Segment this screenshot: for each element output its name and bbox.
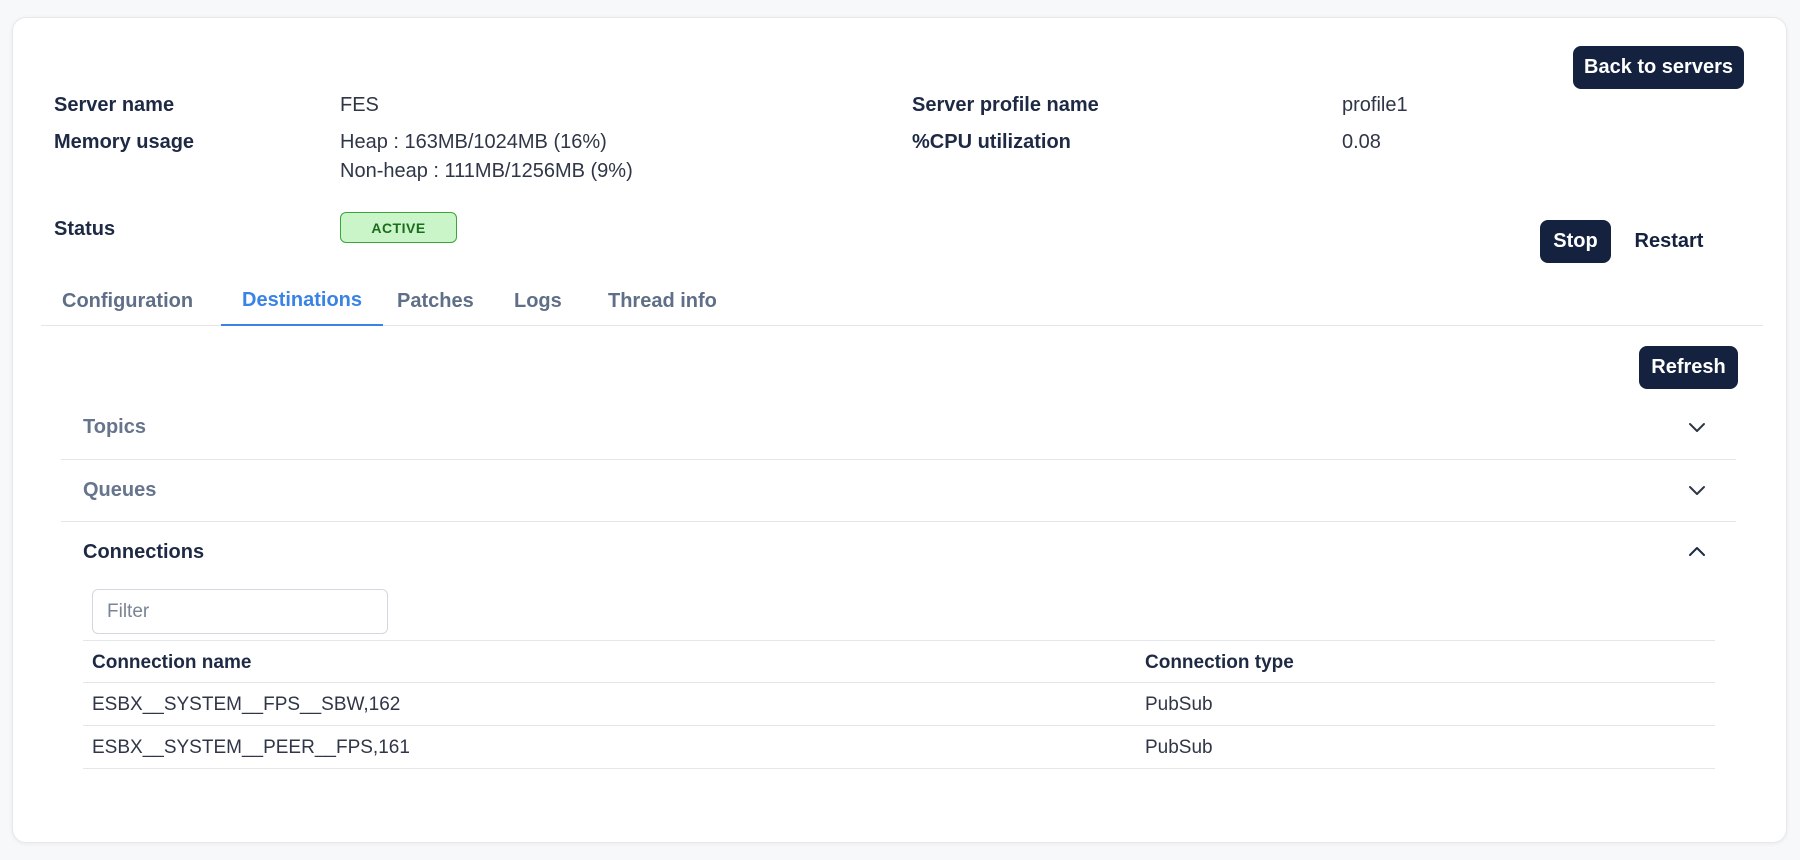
status-badge: ACTIVE bbox=[340, 212, 457, 243]
memory-usage-label: Memory usage bbox=[54, 131, 195, 153]
tab-destinations[interactable]: Destinations bbox=[221, 276, 384, 326]
tab-patches[interactable]: Patches bbox=[376, 276, 495, 326]
server-name-label: Server name bbox=[54, 94, 175, 116]
connection-type-cell: PubSub bbox=[1145, 693, 1213, 715]
column-header-connection-type[interactable]: Connection type bbox=[1145, 641, 1294, 684]
chevron-up-icon bbox=[1689, 547, 1705, 556]
connection-type-cell: PubSub bbox=[1145, 736, 1213, 758]
tab-logs[interactable]: Logs bbox=[493, 276, 583, 326]
accordion-connections-label: Connections bbox=[83, 540, 205, 563]
server-name-value: FES bbox=[340, 94, 379, 116]
accordion-topics[interactable]: Topics bbox=[61, 396, 1736, 458]
server-profile-label: Server profile name bbox=[912, 94, 1099, 116]
tab-configuration[interactable]: Configuration bbox=[41, 276, 214, 326]
filter-input[interactable] bbox=[92, 589, 388, 634]
tab-bar: Configuration Destinations Patches Logs … bbox=[41, 276, 1763, 326]
connections-table: Connection name Connection type ESBX__SY… bbox=[83, 640, 1715, 769]
cpu-utilization-value: 0.08 bbox=[1342, 131, 1381, 153]
column-header-connection-name[interactable]: Connection name bbox=[92, 641, 251, 684]
stop-button[interactable]: Stop bbox=[1540, 220, 1611, 263]
table-header-row: Connection name Connection type bbox=[83, 640, 1715, 683]
server-profile-value: profile1 bbox=[1342, 94, 1408, 116]
cpu-utilization-label: %CPU utilization bbox=[912, 131, 1071, 153]
chevron-down-icon bbox=[1689, 486, 1705, 495]
back-to-servers-button[interactable]: Back to servers bbox=[1573, 46, 1744, 89]
status-label: Status bbox=[54, 218, 116, 240]
accordion-topics-label: Topics bbox=[83, 415, 146, 438]
refresh-button[interactable]: Refresh bbox=[1639, 346, 1738, 389]
connection-name-cell: ESBX__SYSTEM__FPS__SBW,162 bbox=[92, 693, 401, 715]
memory-nonheap-value: Non-heap : 111MB/1256MB (9%) bbox=[340, 160, 633, 182]
accordion-connections[interactable]: Connections bbox=[61, 521, 1736, 583]
tab-thread-info[interactable]: Thread info bbox=[587, 276, 738, 326]
table-row[interactable]: ESBX__SYSTEM__FPS__SBW,162 PubSub bbox=[83, 683, 1715, 726]
accordion-queues[interactable]: Queues bbox=[61, 459, 1736, 521]
chevron-down-icon bbox=[1689, 423, 1705, 432]
connection-name-cell: ESBX__SYSTEM__PEER__FPS,161 bbox=[92, 736, 410, 758]
memory-heap-value: Heap : 163MB/1024MB (16%) bbox=[340, 131, 607, 153]
server-details-card: Back to servers Server name FES Server p… bbox=[12, 17, 1787, 843]
restart-button[interactable]: Restart bbox=[1624, 220, 1714, 263]
table-row[interactable]: ESBX__SYSTEM__PEER__FPS,161 PubSub bbox=[83, 726, 1715, 769]
accordion-queues-label: Queues bbox=[83, 478, 157, 501]
